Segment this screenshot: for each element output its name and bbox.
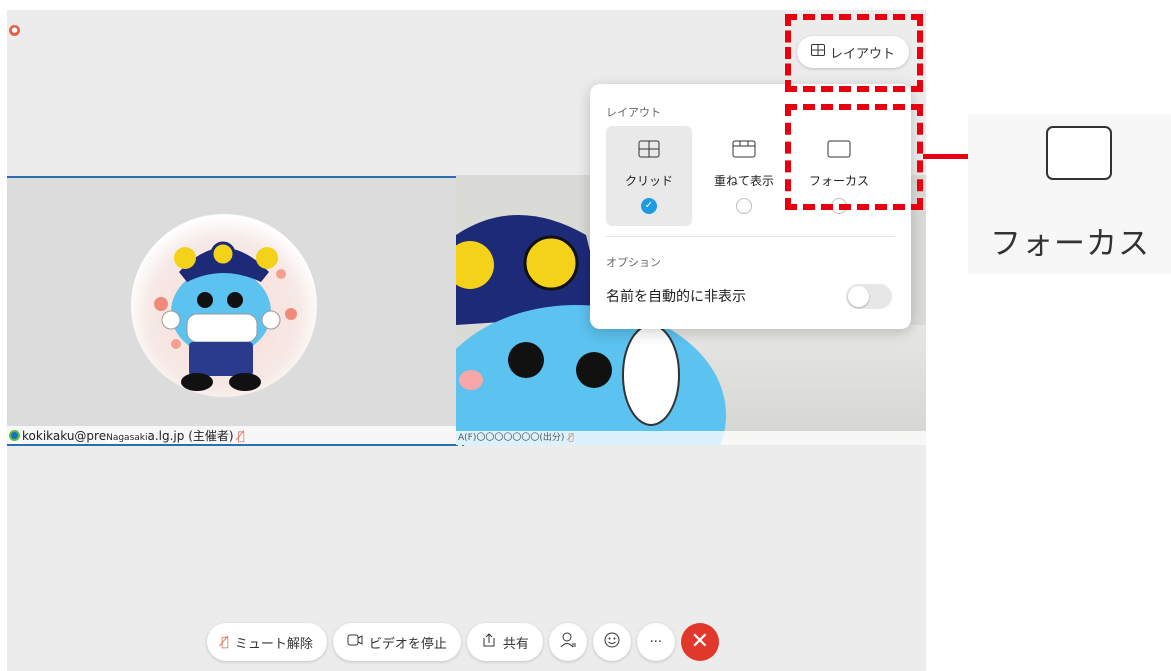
participant-name-strip: kokikaku@preNagasakia.lg.jp (主催者) 🎙̸ <box>7 426 462 446</box>
video-tile-host[interactable]: kokikaku@preNagasakia.lg.jp (主催者) 🎙̸ <box>7 176 464 446</box>
more-icon: ··· <box>649 634 663 650</box>
participant-avatar <box>131 214 317 397</box>
auto-hide-names-label: 名前を自動的に非表示 <box>606 289 746 305</box>
reactions-button[interactable] <box>592 623 631 661</box>
participant-name: A(F)〇〇〇〇〇〇〇(出分) <box>458 433 565 443</box>
toggle-knob <box>848 286 869 307</box>
options-section-title: オプション <box>606 256 661 269</box>
close-icon: ✕ <box>690 629 710 654</box>
layout-option-label: 重ねて表示 <box>713 174 774 188</box>
stop-video-button[interactable]: ビデオを停止 <box>332 623 461 661</box>
callout-label: フォーカス <box>990 226 1150 262</box>
focus-layout-icon <box>1046 126 1112 180</box>
auto-hide-names-toggle[interactable] <box>846 284 892 309</box>
presenter-status-icon <box>9 430 20 441</box>
muted-mic-icon: 🎙̸ <box>568 433 574 443</box>
stop-video-label: ビデオを停止 <box>368 636 447 652</box>
stacked-layout-icon <box>732 140 756 162</box>
share-icon <box>481 632 497 652</box>
active-speaker-border <box>7 444 458 446</box>
highlight-box-layout-button <box>785 14 923 92</box>
camera-icon <box>347 634 363 650</box>
unmute-button[interactable]: 🎙̸ ミュート解除 <box>207 623 327 661</box>
layout-option-stacked[interactable]: 重ねて表示 <box>701 126 787 226</box>
unmute-label: ミュート解除 <box>234 636 313 652</box>
share-button[interactable]: 共有 <box>466 623 543 661</box>
participants-button[interactable] <box>548 623 587 661</box>
meeting-controls-bar: 🎙̸ ミュート解除 ビデオを停止 共有 ··· ✕ <box>207 623 719 661</box>
share-label: 共有 <box>502 636 529 652</box>
recording-indicator-icon: ● <box>9 25 20 36</box>
layout-menu-title: レイアウト <box>606 106 661 119</box>
more-options-button[interactable]: ··· <box>636 623 675 661</box>
focus-callout: フォーカス <box>968 114 1171 274</box>
smiley-icon <box>603 631 621 653</box>
participants-icon <box>559 631 577 653</box>
selected-radio-icon[interactable]: ✓ <box>641 198 657 214</box>
muted-mic-icon: 🎙̸ <box>237 429 245 443</box>
participant-name-strip: A(F)〇〇〇〇〇〇〇(出分) 🎙̸ <box>456 431 926 445</box>
highlight-box-focus-option <box>785 104 923 210</box>
screenshot-canvas: ● kokikaku@preNagasakia.lg.jp (主催者) 🎙̸ A… <box>0 0 1171 671</box>
end-call-button[interactable]: ✕ <box>680 623 719 661</box>
grid-layout-icon <box>638 140 660 162</box>
participant-name: kokikaku@pre <box>22 429 107 443</box>
muted-mic-icon: 🎙̸ <box>221 634 229 650</box>
participant-role: a.lg.jp (主催者) <box>147 429 234 443</box>
layout-option-label: クリッド <box>624 174 673 188</box>
participant-name-overlay: Nagasaki <box>106 433 148 443</box>
radio-button[interactable] <box>736 198 752 214</box>
layout-option-grid[interactable]: クリッド ✓ <box>606 126 692 226</box>
divider <box>606 236 895 237</box>
